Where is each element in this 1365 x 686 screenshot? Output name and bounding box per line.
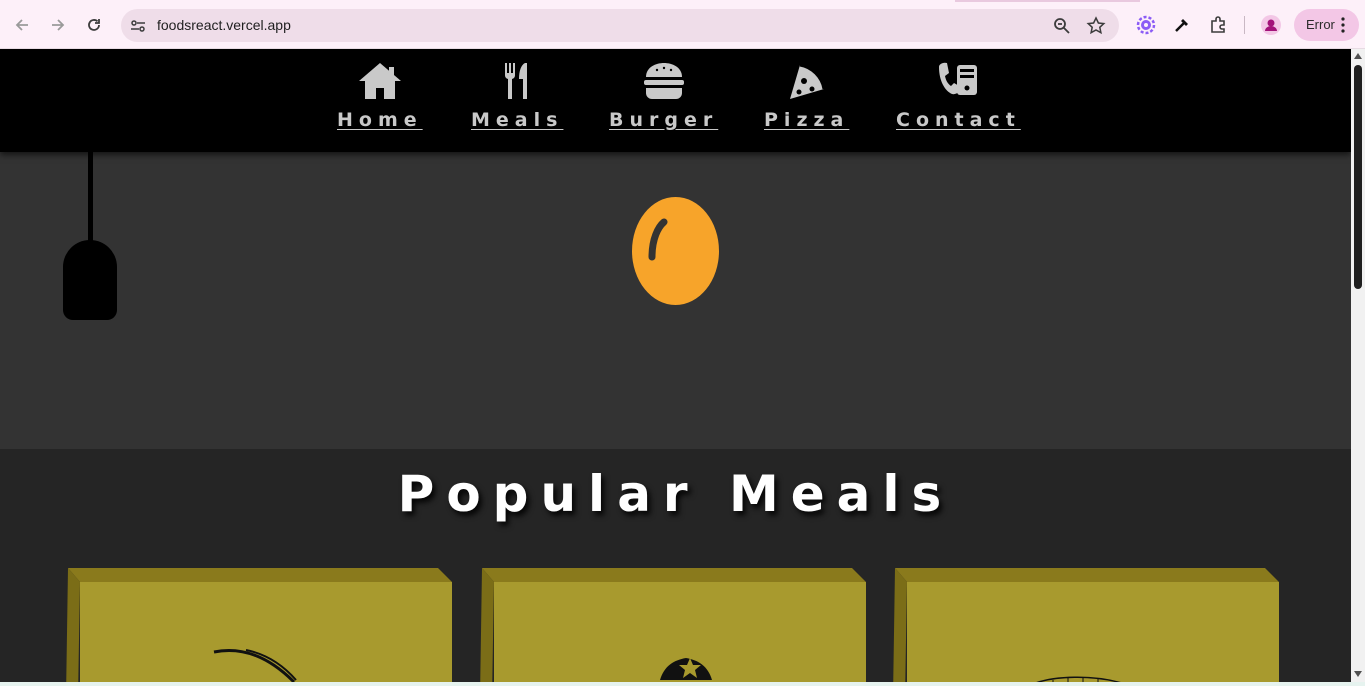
tab-strip-edge xyxy=(0,0,1365,4)
profile-avatar-icon xyxy=(1261,15,1281,35)
scroll-down-arrow-icon[interactable] xyxy=(1354,671,1362,677)
scroll-up-arrow-icon[interactable] xyxy=(1354,53,1362,59)
more-vert-icon[interactable] xyxy=(1341,16,1345,34)
browser-chrome: foodsreact.vercel.app Error xyxy=(0,0,1365,49)
page-viewport: Home Meals Burger Pizza Contact Popular … xyxy=(0,49,1351,682)
nav-meals-label: Meals xyxy=(471,109,564,131)
nav-pizza[interactable]: Pizza xyxy=(764,61,849,131)
nav-meals[interactable]: Meals xyxy=(471,61,563,131)
egg-icon xyxy=(632,197,719,305)
lamp-cord xyxy=(88,152,93,244)
hero-section xyxy=(0,152,1351,449)
popular-meals-title: Popular Meals xyxy=(397,465,954,523)
burger-icon xyxy=(643,63,684,99)
eyedropper-icon xyxy=(1175,19,1188,32)
forward-button[interactable] xyxy=(45,12,71,38)
nav-home-label: Home xyxy=(337,109,423,131)
puzzle-extensions-icon xyxy=(1211,16,1225,33)
site-navbar: Home Meals Burger Pizza Contact xyxy=(0,49,1351,152)
meal-card-box xyxy=(66,568,452,682)
profile-status-text: Error xyxy=(1306,17,1335,32)
home-icon xyxy=(358,63,401,99)
extensions-button[interactable] xyxy=(1207,14,1229,36)
back-arrow-icon xyxy=(15,19,28,31)
url-text[interactable]: foodsreact.vercel.app xyxy=(157,17,291,33)
utensils-icon xyxy=(505,63,528,99)
back-button[interactable] xyxy=(9,12,35,38)
page-scrollbar[interactable] xyxy=(1351,49,1365,682)
bookmark-star-icon[interactable] xyxy=(1086,16,1106,36)
nav-pizza-label: Pizza xyxy=(764,109,850,131)
meal-card-box xyxy=(893,568,1279,682)
eyedropper-button[interactable] xyxy=(1171,14,1193,36)
address-bar[interactable]: foodsreact.vercel.app xyxy=(121,9,1119,42)
toolbar-divider xyxy=(1244,16,1245,34)
phone-icon xyxy=(939,62,978,95)
meal-card[interactable] xyxy=(893,568,1279,682)
lamp-head[interactable] xyxy=(63,240,117,320)
meal-card[interactable] xyxy=(66,568,452,682)
site-settings-icon[interactable] xyxy=(129,17,147,35)
pizza-icon xyxy=(789,63,826,99)
zoom-icon[interactable] xyxy=(1052,16,1072,36)
nav-home[interactable]: Home xyxy=(337,61,423,131)
bottom-strip xyxy=(0,682,1365,686)
nav-contact-label: Contact xyxy=(896,109,1021,131)
popular-meals-section: Popular Meals xyxy=(0,449,1351,682)
forward-arrow-icon xyxy=(52,19,65,31)
profile-error-chip[interactable]: Error xyxy=(1294,9,1359,41)
profile-button[interactable] xyxy=(1260,14,1282,36)
reload-button[interactable] xyxy=(81,12,107,38)
nav-burger-label: Burger xyxy=(609,109,719,131)
nav-burger[interactable]: Burger xyxy=(609,61,718,131)
reload-icon xyxy=(88,19,100,31)
meal-card[interactable] xyxy=(480,568,866,682)
extension-button[interactable] xyxy=(1135,14,1157,36)
scrollbar-thumb[interactable] xyxy=(1354,65,1362,289)
extension-gear-icon xyxy=(1136,15,1156,35)
nav-contact[interactable]: Contact xyxy=(896,61,1021,131)
meal-card-box xyxy=(480,568,866,682)
